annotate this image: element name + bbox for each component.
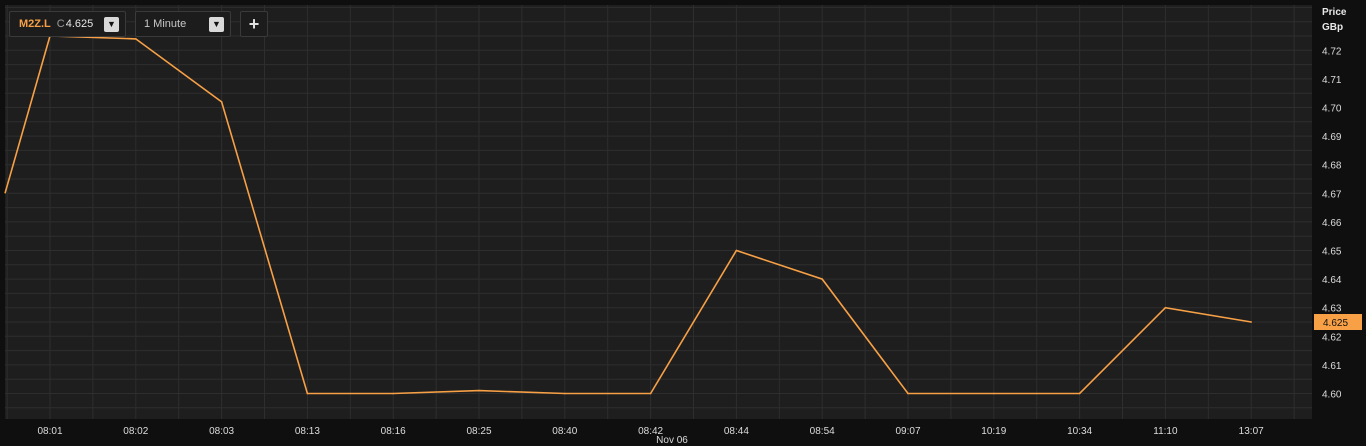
price-point	[993, 392, 995, 395]
x-tick-label: 08:44	[724, 426, 749, 437]
chevron-down-icon[interactable]: ▼	[209, 16, 224, 32]
last-price-tag: 4.625	[1314, 314, 1362, 330]
price-point	[1250, 321, 1252, 323]
x-tick-label: 08:13	[295, 426, 320, 437]
x-tick-label: 08:03	[209, 426, 234, 437]
x-tick-label: 08:25	[466, 426, 491, 437]
x-tick-label: 10:19	[981, 426, 1006, 437]
price-chart[interactable]: Price GBp 4.60 4.61 4.62 4.63 4.64 4.65 4.66 4.…	[0, 0, 1366, 446]
price-point	[478, 389, 480, 392]
chart-toolbar: M2Z.L C 4.625 ▼ 1 Minute ▼ +	[9, 11, 268, 37]
price-point	[821, 278, 823, 280]
x-tick-label: 09:07	[895, 426, 920, 437]
chevron-down-icon[interactable]: ▼	[104, 16, 119, 32]
y-tick-label: 4.66	[1322, 218, 1342, 229]
close-prefix: C	[56, 18, 65, 30]
x-tick-label: 08:16	[381, 426, 406, 437]
y-tick-label: 4.62	[1322, 332, 1342, 343]
add-study-button[interactable]: +	[240, 11, 268, 37]
price-point	[735, 249, 738, 252]
plus-icon: +	[248, 13, 260, 34]
y-tick-label: 4.69	[1322, 132, 1342, 143]
y-tick-label: 4.60	[1322, 390, 1342, 401]
symbol-selector[interactable]: M2Z.L C 4.625 ▼	[9, 11, 126, 37]
y-tick-label: 4.67	[1322, 189, 1342, 200]
price-point	[564, 392, 566, 395]
interval-label: 1 Minute	[144, 18, 187, 30]
price-point	[1164, 306, 1167, 309]
price-point	[392, 392, 395, 395]
y-axis: Price GBp 4.60 4.61 4.62 4.63 4.64 4.65 4.66 4.…	[1322, 7, 1347, 401]
x-axis: Nov 06 08:01 08:02 08:03 08:13 08:16 08:25 08:…	[37, 426, 1264, 446]
x-tick-label: 10:34	[1067, 426, 1092, 437]
x-tick-label: 11:10	[1153, 426, 1178, 437]
x-tick-label: 08:01	[37, 426, 62, 437]
price-point	[1078, 392, 1081, 395]
x-tick-label: 08:40	[552, 426, 577, 437]
chart-window: M2Z.L C 4.625 ▼ 1 Minute ▼ + Price GBp 4…	[0, 0, 1366, 446]
price-point	[649, 392, 652, 395]
price-point	[907, 392, 909, 395]
y-tick-label: 4.64	[1322, 275, 1342, 286]
x-tick-label: 13:07	[1239, 426, 1264, 437]
symbol-label: M2Z.L	[19, 18, 51, 30]
x-tick-label: 08:54	[810, 426, 835, 437]
interval-selector[interactable]: 1 Minute ▼	[135, 11, 231, 37]
price-point	[220, 101, 223, 103]
y-tick-label: 4.61	[1322, 361, 1342, 372]
y-tick-label: 4.65	[1322, 247, 1342, 258]
y-tick-label: 4.70	[1322, 104, 1342, 115]
last-price-label: 4.625	[1323, 318, 1348, 329]
y-tick-label: 4.72	[1322, 46, 1342, 57]
y-axis-unit: GBp	[1322, 22, 1343, 33]
price-point	[135, 38, 137, 40]
y-tick-label: 4.63	[1322, 304, 1342, 315]
x-tick-label: 08:02	[123, 426, 148, 437]
y-tick-label: 4.71	[1322, 75, 1342, 86]
close-value: 4.625	[65, 18, 94, 30]
y-axis-title: Price	[1322, 7, 1347, 18]
price-point	[306, 392, 309, 395]
y-tick-label: 4.68	[1322, 161, 1342, 172]
x-tick-label: 08:42	[638, 426, 663, 437]
